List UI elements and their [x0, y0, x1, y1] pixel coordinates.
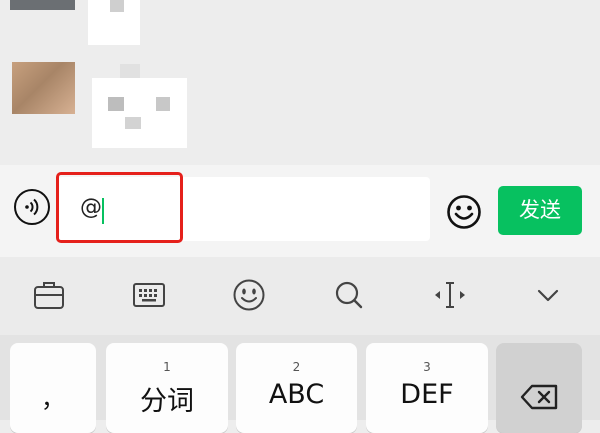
text-caret [102, 198, 104, 224]
chat-history [0, 0, 600, 165]
briefcase-icon [34, 282, 64, 309]
keyboard-toolbar [0, 257, 600, 335]
key-label: DEF [400, 379, 454, 410]
blurred-message-content [110, 0, 124, 12]
key-number: 2 [292, 360, 301, 374]
emoji-icon [447, 195, 481, 229]
emoji-button[interactable] [446, 194, 482, 230]
key-label: ABC [268, 379, 325, 410]
avatar[interactable] [12, 62, 75, 114]
blurred-message-content [108, 97, 124, 111]
toolbar-briefcase-button[interactable] [31, 277, 67, 313]
keyboard-keys: ， 1 分词 2 ABC 3 DEF [0, 335, 600, 433]
collapse-keyboard-button[interactable] [530, 277, 566, 313]
emoji-icon [233, 279, 265, 311]
key-number: 3 [423, 360, 431, 374]
blurred-message-content [156, 97, 170, 111]
search-icon [335, 281, 363, 309]
message-bubble[interactable] [92, 78, 187, 148]
message-input-value: @ [80, 195, 102, 220]
chevron-down-icon [537, 289, 559, 302]
backspace-icon [520, 384, 558, 410]
blurred-message-content [120, 64, 140, 78]
send-button[interactable]: 发送 [498, 186, 582, 235]
voice-icon [25, 198, 39, 216]
voice-input-button[interactable] [14, 189, 50, 225]
toolbar-cursor-button[interactable] [432, 277, 468, 313]
key-label: ， [41, 385, 65, 413]
blurred-message-content [125, 117, 141, 129]
toolbar-emoji-button[interactable] [231, 277, 267, 313]
avatar[interactable] [10, 0, 75, 10]
key-number: 1 [163, 360, 171, 374]
message-input-bar: @ 发送 [0, 165, 600, 257]
message-input[interactable]: @ [58, 177, 430, 241]
keyboard-icon [133, 283, 165, 307]
key-label: 分词 [140, 386, 194, 417]
toolbar-keyboard-button[interactable] [131, 277, 167, 313]
cursor-move-icon [435, 282, 465, 308]
toolbar-search-button[interactable] [331, 277, 367, 313]
